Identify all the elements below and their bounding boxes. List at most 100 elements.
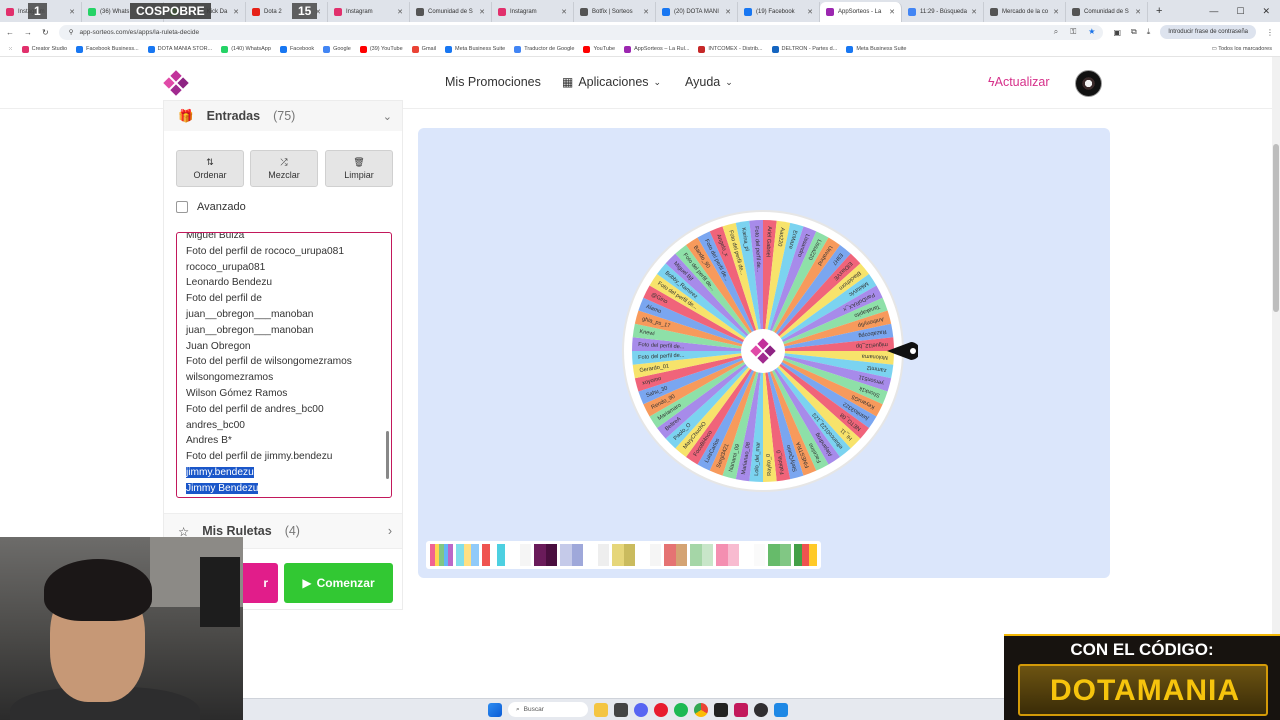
download-icon[interactable]: ⤓ [1147, 27, 1151, 37]
browser-tab[interactable]: AppSorteos - La ✕ [820, 2, 902, 22]
entries-header[interactable]: 🎁 Entradas (75) ⌄ [164, 101, 402, 131]
key-icon[interactable]: ⚿ [1070, 27, 1076, 37]
bookmark-item[interactable]: AppSorteos – La Rul... [624, 45, 689, 53]
color-palette-swatch[interactable] [716, 544, 739, 566]
order-button[interactable]: ⇅ Ordenar [176, 150, 244, 187]
forward-icon[interactable]: → [24, 28, 32, 37]
color-palette-swatch[interactable] [612, 544, 635, 566]
site-info-icon[interactable]: ⚲ [69, 28, 74, 36]
bookmark-item[interactable]: DELTRON - Partes d... [771, 45, 837, 53]
browser-tab[interactable]: Comunidad de S ✕ [410, 2, 492, 22]
bookmark-item[interactable]: INTCOMEX - Distrib... [698, 45, 763, 53]
taskview-icon[interactable] [614, 702, 628, 717]
maximize-icon[interactable]: ☐ [1236, 6, 1244, 17]
color-palette-swatch[interactable] [638, 544, 661, 566]
user-avatar[interactable] [1075, 70, 1102, 97]
browser-tab[interactable]: Mercado de la co ✕ [984, 2, 1066, 22]
entries-textarea[interactable]: Miguel Buiza Foto del perfil de rococo_ur… [176, 232, 392, 498]
color-palette-swatch[interactable] [742, 544, 765, 566]
color-palette-swatch[interactable] [560, 544, 583, 566]
vscode-icon[interactable] [774, 702, 788, 717]
browser-tab[interactable]: 11:29 - Búsqueda ✕ [902, 2, 984, 22]
advanced-toggle[interactable]: Avanzado [176, 201, 246, 213]
bookmark-item[interactable]: (140) WhatsApp [221, 45, 271, 53]
extension-icon[interactable]: ▣ [1113, 28, 1121, 37]
minimize-icon[interactable]: — [1209, 6, 1218, 17]
advanced-checkbox[interactable] [176, 201, 188, 213]
puzzle-icon[interactable]: ⧉ [1131, 27, 1137, 37]
bookmark-item[interactable]: Meta Business Suite [445, 45, 505, 53]
clear-button[interactable]: 🗑 Limpiar [325, 150, 393, 187]
color-palette-swatch[interactable] [508, 544, 531, 566]
browser-tab[interactable]: Instagram ✕ [328, 2, 410, 22]
zoom-icon[interactable]: ⌕ [1054, 27, 1058, 37]
color-palette-swatch[interactable] [430, 544, 453, 566]
prize-wheel[interactable]: Ariel Gabriel Aas220 ErMazeLissandroLissa2… [618, 206, 918, 506]
obs-icon[interactable] [754, 702, 768, 717]
color-palette-swatch[interactable] [664, 544, 687, 566]
bookmark-item[interactable]: Google [323, 45, 351, 53]
textarea-scrollbar-thumb[interactable] [386, 431, 389, 479]
tab-close-icon[interactable]: ✕ [643, 8, 649, 16]
start-button[interactable]: ▶ Comenzar [284, 563, 393, 603]
bookmark-item[interactable]: Gmail [411, 45, 436, 53]
all-bookmarks-folder[interactable]: ▭ Todos los marcadores [1212, 46, 1280, 52]
bookmark-item[interactable]: Creator Studio [21, 45, 67, 53]
browser-tab[interactable]: Instagram ✕ [492, 2, 574, 22]
nav-my-promotions[interactable]: Mis Promociones [445, 75, 541, 89]
close-icon[interactable]: ✕ [1262, 6, 1270, 17]
tab-close-icon[interactable]: ✕ [397, 8, 403, 16]
password-phrase-button[interactable]: Introducir frase de contraseña [1160, 25, 1256, 39]
browser-tab[interactable]: (20) DOTA MANI ✕ [656, 2, 738, 22]
tab-close-icon[interactable]: ✕ [889, 8, 895, 16]
bookmark-item[interactable]: Facebook [279, 45, 314, 53]
tab-close-icon[interactable]: ✕ [69, 8, 75, 16]
back-icon[interactable]: ← [6, 28, 14, 37]
url-field[interactable]: ⚲ app-sorteos.com/es/apps/la-ruleta-deci… [58, 24, 1104, 40]
color-palette-swatch[interactable] [456, 544, 480, 566]
tab-close-icon[interactable]: ✕ [233, 8, 239, 16]
nav-applications[interactable]: ▦ Aplicaciones ⌄ [562, 75, 661, 89]
tab-close-icon[interactable]: ✕ [725, 8, 731, 16]
color-palette-swatch[interactable] [794, 544, 818, 566]
bookmark-item[interactable]: YouTube [583, 45, 615, 53]
app-icon[interactable] [734, 702, 748, 717]
color-palette-swatch[interactable] [690, 544, 713, 566]
taskbar-search[interactable]: ⌕ Buscar [508, 702, 588, 717]
tab-close-icon[interactable]: ✕ [479, 8, 485, 16]
page-scrollbar[interactable] [1272, 57, 1280, 700]
color-palette-swatch[interactable] [768, 544, 791, 566]
textarea-scrollbar[interactable] [385, 235, 390, 495]
tab-close-icon[interactable]: ✕ [561, 8, 567, 16]
spotify-icon[interactable] [674, 702, 688, 717]
appsorteos-logo-icon[interactable] [163, 70, 189, 96]
file-explorer-icon[interactable] [594, 702, 608, 717]
upgrade-link[interactable]: ϟActualizar [988, 75, 1050, 89]
browser-tab[interactable]: Botfix | Sorteos ✕ [574, 2, 656, 22]
opera-icon[interactable] [654, 702, 668, 717]
bookmark-item[interactable]: Facebook Business... [76, 45, 139, 53]
color-palette-swatch[interactable] [482, 544, 506, 566]
bookmark-item[interactable]: (39) YouTube [359, 45, 403, 53]
color-palette-swatch[interactable] [534, 544, 557, 566]
tab-close-icon[interactable]: ✕ [1053, 8, 1059, 16]
bookmark-item[interactable]: Traductor de Google [514, 45, 574, 53]
tab-close-icon[interactable]: ✕ [971, 8, 977, 16]
browser-tab[interactable]: (19) Facebook ✕ [738, 2, 820, 22]
bookmark-item[interactable]: Meta Business Suite [846, 45, 906, 53]
shuffle-button[interactable]: ⤮ Mezclar [250, 150, 318, 187]
new-tab-icon[interactable]: + [1148, 5, 1170, 17]
tab-close-icon[interactable]: ✕ [807, 8, 813, 16]
chrome-icon[interactable] [694, 702, 708, 717]
reload-icon[interactable]: ↻ [42, 28, 49, 37]
color-palette-swatch[interactable] [586, 544, 609, 566]
menu-icon[interactable]: ⋮ [1266, 28, 1274, 37]
browser-tab[interactable]: Comunidad de S ✕ [1066, 2, 1148, 22]
tab-close-icon[interactable]: ✕ [1135, 8, 1141, 16]
bookmark-item[interactable]: DOTA MANIA STOR... [147, 45, 212, 53]
bookmark-star-icon[interactable]: ★ [1088, 27, 1095, 37]
apps-grid-icon[interactable]: ⁙ [8, 46, 13, 52]
discord-icon[interactable] [634, 702, 648, 717]
nav-help[interactable]: Ayuda ⌄ [685, 75, 733, 89]
windows-start-icon[interactable] [488, 702, 502, 717]
